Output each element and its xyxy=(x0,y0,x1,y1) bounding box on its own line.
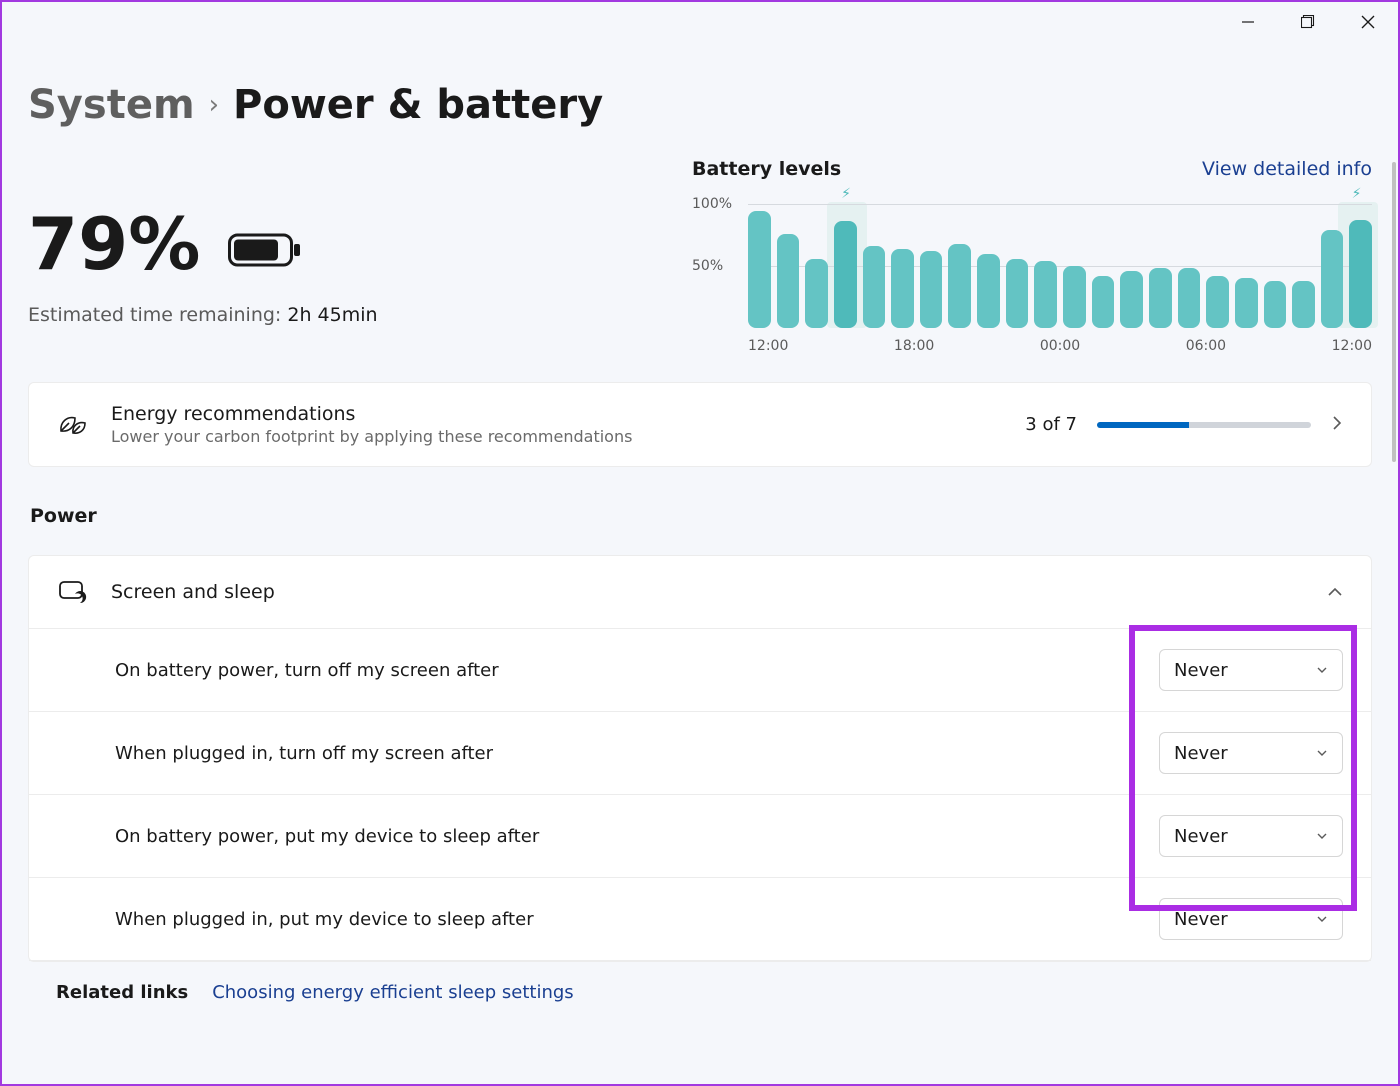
chart-title: Battery levels xyxy=(692,158,841,180)
chart-bar xyxy=(1206,276,1229,328)
chart-xtick: 00:00 xyxy=(1040,338,1080,354)
section-heading-power: Power xyxy=(30,505,1372,527)
minimize-button[interactable] xyxy=(1218,2,1278,42)
screen-and-sleep-card: Screen and sleep On battery power, turn … xyxy=(28,555,1372,962)
chevron-down-icon xyxy=(1316,912,1328,927)
chart-ytick: 50% xyxy=(692,258,723,274)
battery-summary: 79% Estimated time remaining: 2h 45min xyxy=(28,202,378,326)
chevron-up-icon xyxy=(1327,583,1343,602)
view-detailed-info-link[interactable]: View detailed info xyxy=(1202,158,1372,180)
sleep-setting-row: When plugged in, put my device to sleep … xyxy=(29,878,1371,961)
chart-bar xyxy=(920,251,943,328)
chart-bar xyxy=(1321,230,1344,328)
chart-bar xyxy=(1006,259,1029,328)
page-title: Power & battery xyxy=(233,82,603,128)
energy-recommendations-row[interactable]: Energy recommendations Lower your carbon… xyxy=(28,382,1372,467)
sleep-setting-dropdown[interactable]: Never xyxy=(1159,732,1343,774)
sleep-setting-label: On battery power, turn off my screen aft… xyxy=(115,660,1139,681)
chevron-down-icon xyxy=(1316,663,1328,678)
dropdown-value: Never xyxy=(1174,743,1228,764)
charge-icon: ⚡ xyxy=(841,186,851,202)
chart-bar xyxy=(1264,281,1287,328)
breadcrumb-root[interactable]: System xyxy=(28,82,195,128)
energy-desc: Lower your carbon footprint by applying … xyxy=(111,427,1003,446)
sleep-setting-row: On battery power, turn off my screen aft… xyxy=(29,629,1371,712)
estimate-label: Estimated time remaining: xyxy=(28,304,281,326)
energy-progress xyxy=(1097,422,1311,428)
battery-icon xyxy=(228,202,302,286)
chevron-right-icon xyxy=(1331,414,1343,436)
chart-xtick: 18:00 xyxy=(894,338,934,354)
chart-bar xyxy=(863,246,886,328)
charge-icon: ⚡ xyxy=(1352,186,1362,202)
chart-bar xyxy=(748,211,771,328)
sleep-setting-label: When plugged in, turn off my screen afte… xyxy=(115,743,1139,764)
sleep-setting-dropdown[interactable]: Never xyxy=(1159,898,1343,940)
leaf-icon xyxy=(57,413,89,437)
sleep-setting-label: On battery power, put my device to sleep… xyxy=(115,826,1139,847)
window-controls xyxy=(1218,2,1398,42)
screen-and-sleep-header[interactable]: Screen and sleep xyxy=(29,556,1371,629)
chart-ytick: 100% xyxy=(692,196,732,212)
chart-xtick: 06:00 xyxy=(1186,338,1226,354)
screen-and-sleep-title: Screen and sleep xyxy=(111,581,1305,603)
sleep-setting-label: When plugged in, put my device to sleep … xyxy=(115,909,1139,930)
related-link-energy-efficient[interactable]: Choosing energy efficient sleep settings xyxy=(212,982,573,1003)
sleep-setting-row: When plugged in, turn off my screen afte… xyxy=(29,712,1371,795)
chart-bar xyxy=(977,254,1000,328)
related-links-label: Related links xyxy=(56,982,188,1003)
chart-bar xyxy=(1178,268,1201,328)
scrollbar-thumb[interactable] xyxy=(1392,162,1396,462)
chart-bar xyxy=(948,244,971,328)
estimate-value: 2h 45min xyxy=(287,304,377,326)
chart-bar xyxy=(1063,266,1086,328)
chart-bar xyxy=(1034,261,1057,328)
chart-bar xyxy=(1120,271,1143,328)
dropdown-value: Never xyxy=(1174,660,1228,681)
energy-count: 3 of 7 xyxy=(1025,414,1077,435)
battery-levels-chart: Battery levels View detailed info 100% 50… xyxy=(692,158,1372,354)
sleep-setting-dropdown[interactable]: Never xyxy=(1159,815,1343,857)
maximize-button[interactable] xyxy=(1278,2,1338,42)
related-links: Related links Choosing energy efficient … xyxy=(28,962,1372,1003)
chevron-down-icon xyxy=(1316,746,1328,761)
chart-xtick: 12:00 xyxy=(1332,338,1372,354)
chart-bar xyxy=(1235,278,1258,328)
sleep-setting-row: On battery power, put my device to sleep… xyxy=(29,795,1371,878)
chart-bar xyxy=(1349,220,1372,328)
dropdown-value: Never xyxy=(1174,826,1228,847)
chart-xtick: 12:00 xyxy=(748,338,788,354)
chart-bar xyxy=(777,234,800,328)
chart-bar xyxy=(891,249,914,328)
chart-bar xyxy=(1149,268,1172,328)
breadcrumb: System › Power & battery xyxy=(2,2,1398,128)
dropdown-value: Never xyxy=(1174,909,1228,930)
scrollbar[interactable] xyxy=(1390,62,1398,1084)
screen-sleep-icon xyxy=(57,580,89,604)
chart-bar xyxy=(805,259,828,328)
chart-bar xyxy=(834,221,857,328)
chevron-down-icon xyxy=(1316,829,1328,844)
chart-bar xyxy=(1092,276,1115,328)
chevron-right-icon: › xyxy=(209,90,219,120)
energy-title: Energy recommendations xyxy=(111,403,1003,425)
close-button[interactable] xyxy=(1338,2,1398,42)
chart-bar xyxy=(1292,281,1315,328)
battery-percent: 79% xyxy=(28,202,200,286)
sleep-setting-dropdown[interactable]: Never xyxy=(1159,649,1343,691)
